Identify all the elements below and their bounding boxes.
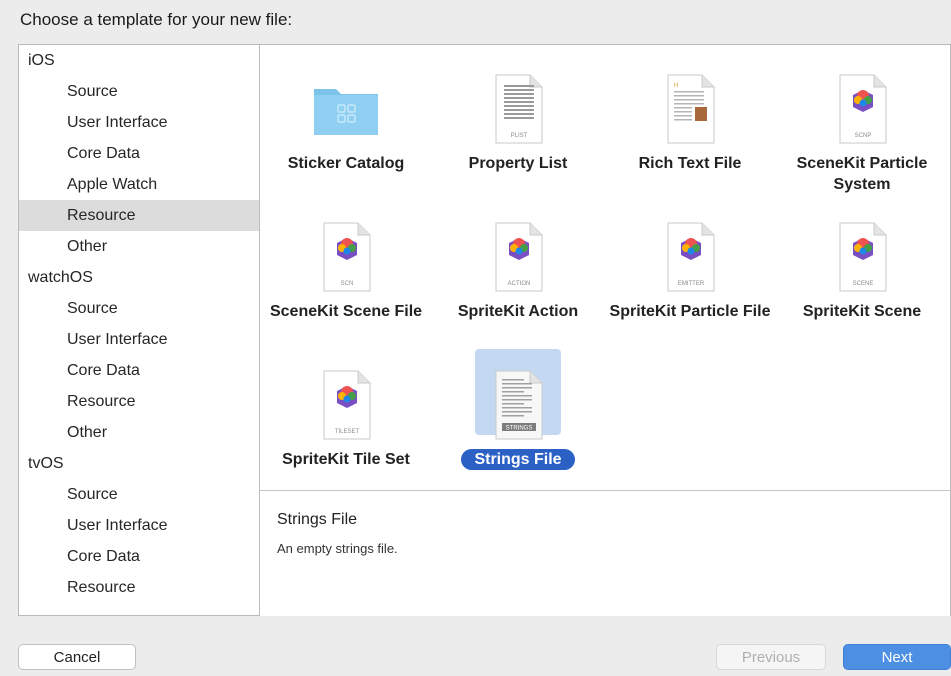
sidebar-item[interactable]: Other (19, 417, 259, 448)
template-label: Strings File (432, 449, 604, 470)
sidebar-item[interactable]: Source (19, 293, 259, 324)
sidebar-item[interactable]: Resource (19, 572, 259, 603)
rich-text-icon: H (654, 73, 726, 145)
template-label: SpriteKit Tile Set (260, 449, 432, 470)
sidebar-item[interactable]: User Interface (19, 324, 259, 355)
svg-text:ACTION: ACTION (508, 281, 531, 287)
template-label-text: SceneKit Particle System (796, 155, 928, 193)
platform-sidebar: iOS Source User Interface Core Data Apple Wa… (19, 45, 260, 615)
template-label: Property List (432, 153, 604, 174)
scene-icon: SCENE (826, 221, 898, 293)
svg-text:SCENE: SCENE (853, 281, 874, 287)
template-label-text: SceneKit Scene File (269, 303, 423, 320)
sidebar-section-header: iOS (28, 52, 55, 69)
template-label-text: SpriteKit Particle File (609, 303, 771, 320)
template-chooser-panel: iOS Source User Interface Core Data Apple Wa… (18, 44, 951, 616)
template-grid: Sticker Catalog PLIST Property List H Rich T… (260, 45, 950, 489)
sidebar-item[interactable]: Apple Watch (19, 169, 259, 200)
sidebar-item[interactable]: Resource (19, 200, 259, 231)
sidebar-item[interactable]: Source (19, 479, 259, 510)
description-title: Strings File (277, 511, 358, 528)
template-item[interactable]: SCNP SceneKit Particle System (776, 47, 948, 197)
template-item[interactable]: PLIST Property List (432, 47, 604, 197)
template-item[interactable]: TILESET SpriteKit Tile Set (260, 343, 432, 493)
template-label-text: SpriteKit Tile Set (282, 451, 410, 468)
svg-text:TILESET: TILESET (335, 429, 360, 435)
svg-text:SCN: SCN (341, 281, 354, 287)
template-label: Rich Text File (604, 153, 776, 174)
template-label-text: Sticker Catalog (287, 155, 405, 172)
sidebar-item[interactable]: Core Data (19, 355, 259, 386)
page-title: Choose a template for your new file: (20, 10, 293, 29)
cancel-button[interactable]: Cancel (18, 644, 136, 670)
template-item[interactable]: SCENE SpriteKit Scene (776, 195, 948, 345)
template-label-text: Strings File (461, 449, 575, 470)
template-item[interactable]: Sticker Catalog (260, 47, 432, 197)
sidebar-item[interactable]: Resource (19, 386, 259, 417)
template-label: SpriteKit Particle File (604, 301, 776, 322)
template-label: SceneKit Scene File (260, 301, 432, 322)
action-icon: ACTION (482, 221, 554, 293)
template-label-text: Property List (468, 155, 568, 172)
description-text: An empty strings file. (277, 541, 398, 556)
template-description: Strings File An empty strings file. (260, 490, 950, 616)
tileset-icon: TILESET (310, 369, 382, 441)
plist-icon: PLIST (482, 73, 554, 145)
previous-button[interactable]: Previous (716, 644, 826, 670)
sidebar-item[interactable]: Core Data (19, 138, 259, 169)
sidebar-item[interactable]: Source (19, 76, 259, 107)
strings-icon: STRINGS (482, 369, 554, 441)
scnp-icon: SCNP (826, 73, 898, 145)
svg-text:EMITTER: EMITTER (678, 281, 705, 287)
scn-icon: SCN (310, 221, 382, 293)
folder-icon (310, 73, 382, 145)
next-button[interactable]: Next (843, 644, 951, 670)
template-label: SpriteKit Scene (776, 301, 948, 322)
template-label-text: Rich Text File (638, 155, 742, 172)
template-label: SpriteKit Action (432, 301, 604, 322)
template-label: SceneKit Particle System (776, 153, 948, 195)
sidebar-item[interactable]: Core Data (19, 541, 259, 572)
template-item[interactable]: STRINGS Strings File (432, 343, 604, 493)
template-item[interactable]: H Rich Text File (604, 47, 776, 197)
template-label-text: SpriteKit Scene (802, 303, 922, 320)
sidebar-item[interactable]: Other (19, 231, 259, 262)
template-item[interactable]: EMITTER SpriteKit Particle File (604, 195, 776, 345)
template-item[interactable]: ACTION SpriteKit Action (432, 195, 604, 345)
template-label: Sticker Catalog (260, 153, 432, 174)
svg-text:PLIST: PLIST (511, 133, 528, 139)
emitter-icon: EMITTER (654, 221, 726, 293)
sidebar-item[interactable]: User Interface (19, 510, 259, 541)
svg-text:STRINGS: STRINGS (506, 426, 533, 432)
svg-text:H: H (674, 83, 678, 89)
sidebar-item[interactable]: User Interface (19, 107, 259, 138)
sidebar-section-header: watchOS (28, 269, 93, 286)
sidebar-section-header: tvOS (28, 455, 64, 472)
svg-text:SCNP: SCNP (855, 133, 872, 139)
template-item[interactable]: SCN SceneKit Scene File (260, 195, 432, 345)
template-label-text: SpriteKit Action (457, 303, 579, 320)
